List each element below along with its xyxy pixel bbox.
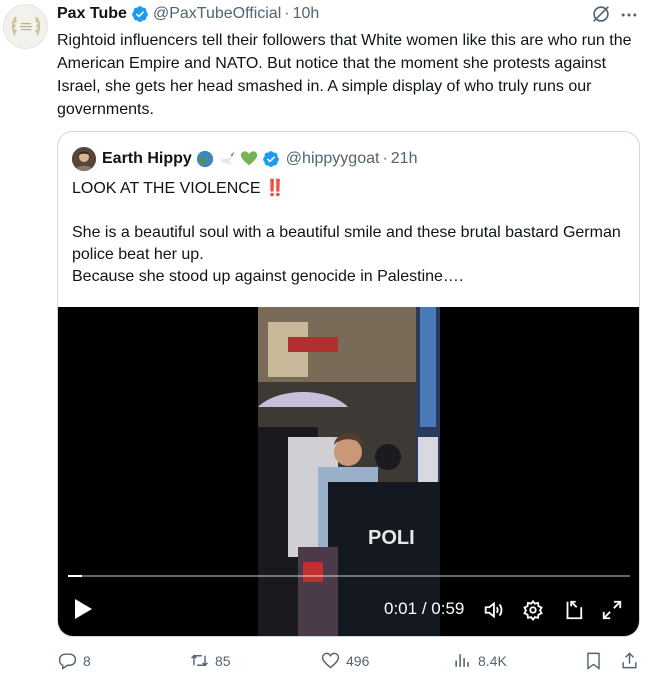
quoted-author-handle[interactable]: @hippyygoat [286, 150, 380, 168]
video-time: 0:01 / 0:59 [384, 599, 464, 619]
quoted-text-line: She is a beautiful soul with a beautiful… [72, 224, 621, 263]
video-player[interactable]: POLI 0:01 / 0:59 [58, 307, 639, 636]
verified-badge-icon [132, 6, 148, 22]
green-heart-emoji-icon [240, 151, 257, 166]
share-icon[interactable] [620, 651, 639, 670]
repost-icon [191, 654, 208, 667]
tweet-header: Pax Tube @PaxTubeOfficial · 10h [57, 4, 319, 24]
author-handle[interactable]: @PaxTubeOfficial [153, 5, 281, 23]
action-bar: 8 85 496 8.4K [0, 648, 649, 672]
tweet: Pax Tube @PaxTubeOfficial · 10h Rightoid… [0, 0, 649, 673]
like-count: 496 [346, 652, 370, 669]
fullscreen-icon[interactable] [601, 599, 623, 621]
quoted-author-name[interactable]: Earth Hippy [102, 150, 192, 168]
picture-in-picture-icon[interactable] [562, 599, 584, 621]
repost-button[interactable]: 85 [190, 651, 231, 670]
heart-icon [321, 652, 340, 669]
grok-icon[interactable] [590, 3, 612, 25]
views-button[interactable]: 8.4K [453, 651, 507, 670]
quoted-text-line: Because she stood up against genocide in… [72, 268, 464, 285]
bookmark-icon[interactable] [584, 651, 603, 670]
video-current-time: 0:01 [384, 599, 418, 618]
reply-button[interactable]: 8 [58, 651, 91, 670]
quoted-tweet-text: LOOK AT THE VIOLENCE ‼️ She is a beautif… [72, 178, 627, 288]
reply-count: 8 [83, 652, 91, 669]
time-separator: / [417, 599, 432, 618]
verified-badge-icon [262, 151, 279, 167]
timestamp[interactable]: 10h [293, 5, 320, 23]
police-label: POLI [368, 527, 415, 549]
analytics-icon [455, 654, 469, 667]
video-frame: POLI [258, 307, 440, 636]
settings-gear-icon[interactable] [522, 599, 544, 621]
author-avatar[interactable] [3, 4, 48, 49]
video-progress-fill [68, 575, 83, 577]
author-name[interactable]: Pax Tube [57, 5, 127, 23]
view-count: 8.4K [478, 652, 507, 669]
separator-dot: · [284, 5, 290, 22]
video-progress-bar[interactable] [68, 575, 630, 577]
quoted-author-avatar[interactable] [72, 147, 96, 171]
play-icon[interactable] [72, 597, 94, 621]
quoted-text-line: LOOK AT THE VIOLENCE ‼️ [72, 180, 285, 197]
quoted-timestamp[interactable]: 21h [391, 150, 418, 168]
repost-count: 85 [215, 652, 231, 669]
more-options-icon[interactable] [619, 5, 639, 25]
separator-dot: · [382, 150, 388, 167]
video-total-time: 0:59 [431, 599, 465, 618]
globe-emoji-icon [196, 150, 213, 168]
volume-icon[interactable] [482, 599, 504, 621]
dove-emoji-icon [219, 152, 235, 166]
quoted-tweet[interactable]: Earth Hippy @hippyygoat · 21h LOOK AT TH… [57, 131, 640, 637]
quoted-tweet-header: Earth Hippy @hippyygoat · 21h [102, 149, 417, 169]
like-button[interactable]: 496 [321, 651, 369, 670]
tweet-text: Rightoid influencers tell their follower… [57, 32, 632, 118]
reply-icon [58, 653, 77, 670]
